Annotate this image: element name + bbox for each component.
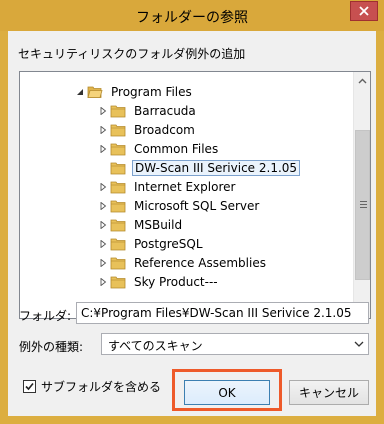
browse-folder-dialog: フォルダーの参照 セキュリティリスクのフォルダ例外の追加 Program Fil… [0, 0, 384, 424]
folder-path-input[interactable]: C:¥Program Files¥DW-Scan III Serivice 2.… [76, 302, 369, 324]
tree-item[interactable]: Barracuda [97, 101, 198, 120]
collapsed-arrow-icon[interactable] [97, 234, 109, 253]
folder-icon [109, 120, 127, 139]
folder-icon [109, 177, 127, 196]
expanded-arrow-icon[interactable] [74, 82, 86, 101]
tree-item[interactable]: Microsoft SQL Server [97, 196, 261, 215]
collapsed-arrow-icon[interactable] [97, 177, 109, 196]
collapsed-arrow-icon[interactable] [97, 101, 109, 120]
include-subfolders-option[interactable]: サブフォルダを含める [23, 378, 161, 395]
collapsed-arrow-icon[interactable] [97, 272, 109, 291]
tree-item-parent[interactable]: Program Files [74, 82, 194, 101]
tree-item[interactable]: PostgreSQL [97, 234, 205, 253]
checkmark-icon [25, 382, 34, 391]
folder-tree[interactable]: Program Files Barracuda Broadcom Common … [19, 71, 371, 319]
tree-item[interactable]: Sky Product--- [97, 272, 220, 291]
tree-item[interactable]: Reference Assemblies [97, 253, 268, 272]
collapsed-arrow-icon[interactable] [97, 215, 109, 234]
tree-item-label: Barracuda [134, 103, 196, 118]
tree-item-label: MSBuild [134, 217, 183, 232]
collapsed-arrow-icon[interactable] [97, 253, 109, 272]
scroll-thumb[interactable] [355, 130, 370, 280]
scroll-up-button[interactable] [354, 72, 371, 89]
tree-item[interactable]: Common Files [97, 139, 220, 158]
include-subfolders-label: サブフォルダを含める [41, 380, 162, 394]
collapsed-arrow-icon[interactable] [97, 196, 109, 215]
collapsed-arrow-icon[interactable] [97, 139, 109, 158]
exception-type-label: 例外の種類: [19, 340, 84, 354]
tree-item-label: Reference Assemblies [134, 255, 266, 270]
tree-viewport: Program Files Barracuda Broadcom Common … [20, 72, 354, 318]
tree-item[interactable]: MSBuild [97, 215, 184, 234]
tree-item-label: Microsoft SQL Server [134, 198, 260, 213]
close-button[interactable] [350, 1, 378, 21]
tree-item-selected[interactable]: DW-Scan III Serivice 2.1.05 [97, 158, 301, 177]
tree-item-label: Sky Product--- [134, 274, 218, 289]
tree-item-label: DW-Scan III Serivice 2.1.05 [132, 159, 301, 176]
dialog-body: セキュリティリスクのフォルダ例外の追加 Program Files Barrac… [8, 31, 376, 416]
tree-item-label: Internet Explorer [134, 179, 236, 194]
close-icon [359, 6, 369, 16]
folder-icon [109, 234, 127, 253]
tree-item-label: PostgreSQL [134, 236, 203, 251]
tree-item-label: Broadcom [134, 122, 195, 137]
folder-icon [109, 215, 127, 234]
window-title: フォルダーの参照 [136, 10, 248, 26]
folder-field-label: フォルダ: [19, 309, 72, 323]
chevron-up-icon [358, 78, 367, 83]
exception-type-value: すべてのスキャン [108, 339, 203, 353]
vertical-scrollbar[interactable] [353, 72, 370, 318]
folder-icon [109, 139, 127, 158]
tree-item[interactable]: Broadcom [97, 120, 197, 139]
include-subfolders-checkbox[interactable] [23, 380, 36, 393]
title-bar[interactable]: フォルダーの参照 [0, 0, 384, 31]
collapsed-arrow-icon[interactable] [97, 120, 109, 139]
dialog-description: セキュリティリスクのフォルダ例外の追加 [18, 47, 246, 61]
chevron-down-icon [354, 337, 364, 354]
tree-item[interactable]: Internet Explorer [97, 177, 237, 196]
exception-type-select[interactable]: すべてのスキャン [101, 333, 369, 355]
ok-button[interactable]: OK [184, 380, 270, 405]
folder-icon [109, 253, 127, 272]
folder-open-icon [86, 82, 104, 101]
folder-icon [109, 158, 127, 177]
folder-icon [109, 196, 127, 215]
folder-icon [109, 101, 127, 120]
folder-icon [109, 272, 127, 291]
tree-item-label: Common Files [134, 141, 219, 156]
cancel-button[interactable]: キャンセル [289, 380, 369, 405]
tree-item-label: Program Files [111, 84, 192, 99]
